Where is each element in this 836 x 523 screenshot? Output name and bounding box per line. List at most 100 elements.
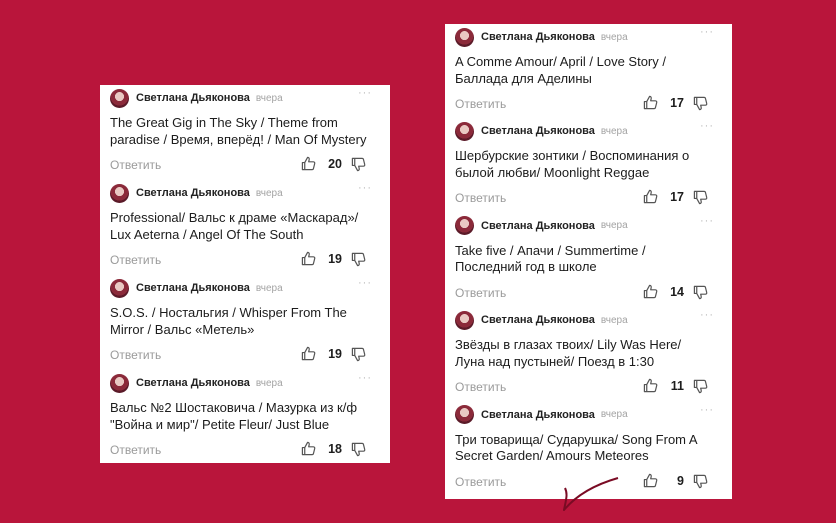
user-avatar[interactable] (110, 88, 129, 108)
comment-header: Светлана Дьяконова вчера ··· (110, 275, 378, 298)
more-dots-icon[interactable]: ··· (700, 26, 714, 38)
comment-header: Светлана Дьяконова вчера ··· (455, 24, 720, 47)
like-count: 19 (328, 347, 342, 361)
comment-text-line-2: paradise / Время, вперёд! / Man Of Myste… (110, 131, 367, 147)
comment-header: Светлана Дьяконова вчера ··· (455, 118, 720, 141)
comment-text: Шербурские зонтики / Воспоминания о было… (455, 148, 720, 181)
reply-button[interactable]: Ответить (110, 158, 161, 172)
like-count: 18 (328, 442, 342, 456)
comment-header: Светлана Дьяконова вчера ··· (110, 85, 378, 108)
reply-button[interactable]: Ответить (455, 191, 506, 205)
comment-text: Три товарища/ Сударушка/ Song From A Sec… (455, 432, 720, 465)
thumbs-up-icon[interactable] (301, 156, 316, 171)
thumbs-down-icon[interactable] (693, 474, 708, 489)
more-dots-icon[interactable]: ··· (358, 87, 372, 99)
comment-text-line-1: Вальс №2 Шостаковича / Мазурка из к/ф (110, 400, 358, 415)
comment-actions: Ответить 19 (110, 344, 378, 366)
comment-header: Светлана Дьяконова вчера ··· (455, 213, 720, 236)
thumbs-down-icon[interactable] (351, 157, 366, 172)
thumbs-up-icon[interactable] (643, 378, 658, 393)
comment-author[interactable]: Светлана Дьяконова (481, 314, 595, 326)
comment-text: Звёзды в глазах твоих/ Lily Was Here/ Лу… (455, 337, 720, 370)
reply-button[interactable]: Ответить (110, 253, 161, 267)
user-avatar[interactable] (110, 183, 129, 203)
reply-button[interactable]: Ответить (455, 380, 506, 394)
comment-text-line-1: Три товарища/ Сударушка/ Song From A (455, 431, 698, 447)
comment-text-line-1: Take five / Апачи / Summertime / (455, 242, 646, 258)
comment-text-line-1: A Comme Amour/ April / Love Story / (455, 54, 666, 69)
comment-time: вчера (600, 220, 628, 232)
reply-button[interactable]: Ответить (455, 286, 506, 300)
comment-text-line-1: Звёзды в глазах твоих/ Lily Was Here/ (455, 337, 682, 353)
thumbs-down-icon[interactable] (351, 347, 366, 362)
thumbs-up-icon[interactable] (643, 473, 658, 488)
comment-text-line-1: S.O.S. / Ностальгия / Whisper From The (110, 305, 347, 320)
user-avatar[interactable] (455, 405, 474, 425)
thumbs-down-icon[interactable] (351, 252, 366, 267)
comment-item: Светлана Дьяконова вчера ··· Звёзды в гл… (445, 307, 732, 401)
like-count: 9 (677, 473, 684, 488)
thumbs-down-icon[interactable] (693, 285, 708, 300)
comment-author[interactable]: Светлана Дьяконова (481, 409, 595, 421)
user-avatar[interactable] (455, 121, 474, 141)
reply-button[interactable]: Ответить (455, 97, 506, 111)
comment-text: Вальс №2 Шостаковича / Мазурка из к/ф "В… (110, 400, 378, 433)
comment-text-line-2: былой любви/ Moonlight Reggae (455, 164, 650, 180)
reply-button[interactable]: Ответить (455, 475, 506, 489)
comment-actions: Ответить 14 (455, 282, 720, 304)
thumbs-up-icon[interactable] (301, 441, 316, 456)
comments-panel-left: Светлана Дьяконова вчера ··· The Great G… (100, 85, 390, 463)
more-dots-icon[interactable]: ··· (358, 182, 372, 194)
comment-author[interactable]: Светлана Дьяконова (481, 220, 595, 232)
comment-item: Светлана Дьяконова вчера ··· The Great G… (100, 85, 390, 180)
comment-text-line-2: Баллада для Аделины (455, 70, 592, 86)
user-avatar[interactable] (455, 310, 474, 330)
thumbs-down-icon[interactable] (351, 442, 366, 457)
comment-author[interactable]: Светлана Дьяконова (136, 377, 250, 389)
comment-time: вчера (600, 31, 628, 43)
like-count: 14 (670, 284, 684, 299)
thumbs-down-icon[interactable] (693, 96, 708, 111)
thumbs-down-icon[interactable] (693, 379, 708, 394)
more-dots-icon[interactable]: ··· (700, 120, 714, 132)
comment-actions: Ответить 20 (110, 154, 378, 176)
comment-item: Светлана Дьяконова вчера ··· Шербурские … (445, 118, 732, 212)
user-avatar[interactable] (110, 278, 129, 298)
comment-text-line-2: Mirror / Вальс «Метель» (110, 321, 255, 337)
reply-button[interactable]: Ответить (110, 348, 161, 362)
comment-author[interactable]: Светлана Дьяконова (136, 282, 250, 294)
like-count: 17 (670, 190, 684, 205)
comment-author[interactable]: Светлана Дьяконова (136, 187, 250, 199)
like-count: 11 (670, 379, 684, 394)
comment-author[interactable]: Светлана Дьяконова (481, 31, 595, 43)
comment-author[interactable]: Светлана Дьяконова (481, 125, 595, 137)
thumbs-up-icon[interactable] (643, 189, 658, 204)
user-avatar[interactable] (455, 216, 474, 236)
comment-item: Светлана Дьяконова вчера ··· Вальс №2 Шо… (100, 370, 390, 465)
more-dots-icon[interactable]: ··· (700, 404, 714, 416)
more-dots-icon[interactable]: ··· (358, 372, 372, 384)
user-avatar[interactable] (110, 373, 129, 393)
thumbs-down-icon[interactable] (693, 190, 708, 205)
comment-time: вчера (255, 377, 283, 389)
user-avatar[interactable] (455, 27, 474, 47)
more-dots-icon[interactable]: ··· (358, 277, 372, 289)
more-dots-icon[interactable]: ··· (700, 215, 714, 227)
comment-text: The Great Gig in The Sky / Theme from pa… (110, 115, 378, 148)
reply-button[interactable]: Ответить (110, 443, 161, 457)
comment-text: Professional/ Вальс к драме «Маскарад»/ … (110, 210, 378, 243)
comment-text: A Comme Amour/ April / Love Story / Балл… (455, 54, 720, 87)
comment-text-line-2: Луна над пустыней/ Поезд в 1:30 (455, 353, 655, 369)
comment-header: Светлана Дьяконова вчера ··· (110, 370, 378, 393)
thumbs-up-icon[interactable] (643, 284, 658, 299)
comment-header: Светлана Дьяконова вчера ··· (110, 180, 378, 203)
comment-header: Светлана Дьяконова вчера ··· (455, 307, 720, 330)
thumbs-up-icon[interactable] (301, 251, 316, 266)
comment-time: вчера (255, 282, 283, 294)
thumbs-up-icon[interactable] (643, 95, 658, 110)
more-dots-icon[interactable]: ··· (700, 309, 714, 321)
comment-time: вчера (255, 187, 283, 199)
thumbs-up-icon[interactable] (301, 346, 316, 361)
comment-author[interactable]: Светлана Дьяконова (136, 92, 250, 104)
like-count: 19 (328, 252, 342, 266)
